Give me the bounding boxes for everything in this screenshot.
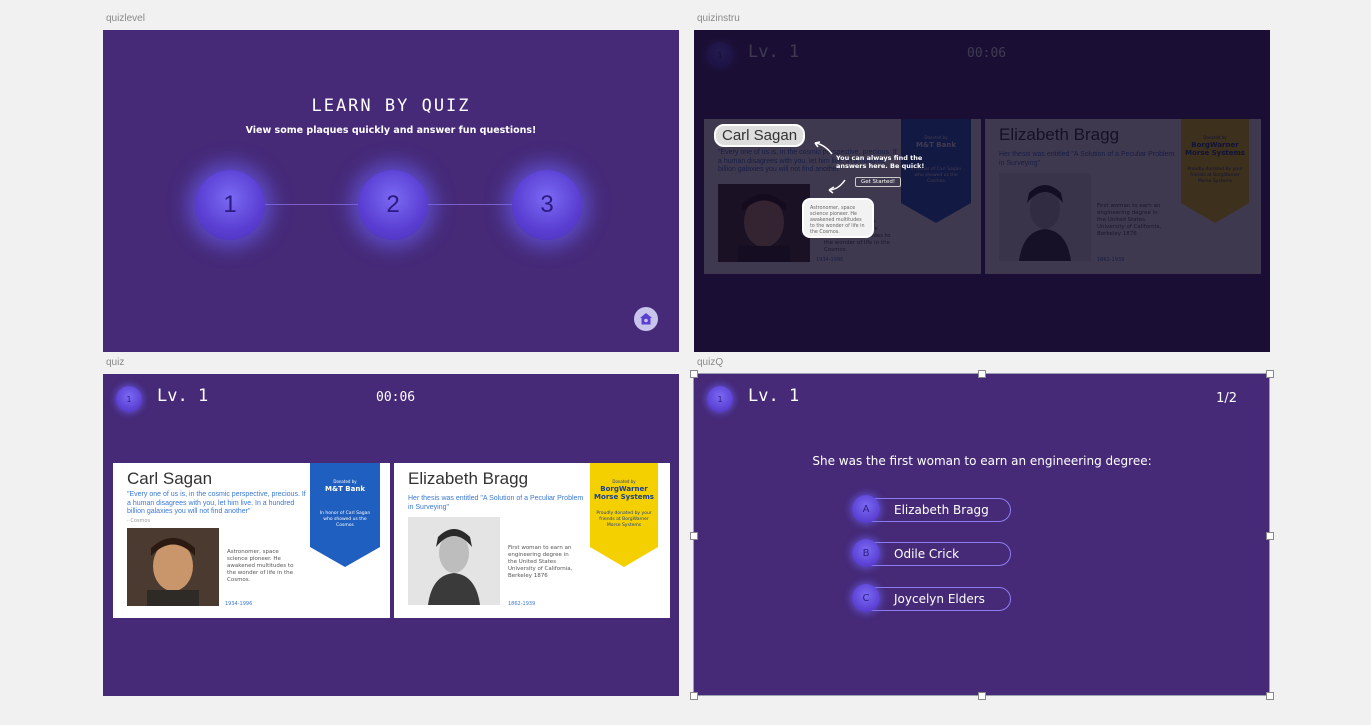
sponsor-banner: Donated by BorgWarner Morse Systems Prou… — [590, 463, 658, 567]
level-2-button[interactable]: 2 — [358, 170, 428, 240]
instruction-overlay — [694, 30, 1270, 352]
plaque-name: Carl Sagan — [127, 469, 213, 488]
sponsor-name: M&T Bank — [325, 485, 365, 493]
question-progress: 1/2 — [1216, 391, 1237, 406]
level-1-button[interactable]: 1 — [195, 170, 265, 240]
resize-handle-l[interactable] — [690, 532, 698, 540]
answer-letter: B — [852, 539, 880, 567]
answer-b-button[interactable]: B Odile Crick — [852, 539, 1011, 567]
quizQ-artboard[interactable]: 1 Lv. 1 1/2 She was the first woman to e… — [694, 374, 1270, 696]
answer-c-button[interactable]: C Joycelyn Elders — [852, 584, 1011, 612]
sponsor-name: BorgWarner Morse Systems — [594, 485, 654, 501]
page-subtitle: View some plaques quickly and answer fun… — [245, 125, 537, 136]
answer-letter: A — [852, 495, 880, 523]
quiz-artboard: 1 Lv. 1 00:06 Carl Sagan "Every one of u… — [103, 374, 679, 696]
resize-handle-b[interactable] — [978, 692, 986, 700]
artboard-label-quiz[interactable]: quiz — [106, 357, 124, 368]
artboard-label-quizinstru[interactable]: quizinstru — [697, 13, 740, 24]
plaque-quote: "Every one of us is, in the cosmic persp… — [127, 491, 306, 515]
sponsor-banner: Donated by M&T Bank In honor of Carl Sag… — [310, 463, 380, 567]
plaque-years: 1862-1939 — [508, 601, 536, 607]
highlight-description: Astronomer, space science pioneer. He aw… — [802, 198, 874, 238]
resize-handle-t[interactable] — [978, 370, 986, 378]
answer-a-button[interactable]: A Elizabeth Bragg — [852, 495, 1011, 523]
plaque-photo — [408, 517, 500, 605]
sponsor-text: In honor of Carl Sagan who showed us the… — [319, 511, 371, 528]
level-3-button[interactable]: 3 — [512, 170, 582, 240]
artboard-label-quizlevel[interactable]: quizlevel — [106, 13, 145, 24]
instruction-hint: You can always find the answers here. Be… — [836, 154, 925, 170]
plaque-name: Elizabeth Bragg — [408, 469, 529, 488]
arrow-up-icon — [814, 141, 833, 155]
resize-handle-br[interactable] — [1266, 692, 1274, 700]
level-title: Lv. 1 — [157, 386, 209, 406]
resize-handle-r[interactable] — [1266, 532, 1274, 540]
sponsor-small: Donated by — [333, 479, 357, 484]
plaque-description: First woman to earn an engineering degre… — [508, 545, 573, 579]
plaque-photo — [127, 528, 219, 606]
plaque-quote: Her thesis was entitled "A Solution of a… — [408, 495, 584, 511]
quizinstru-artboard: 1 Lv. 1 00:06 Carl Sagan "Every one of u… — [694, 30, 1270, 352]
answer-label: Joycelyn Elders — [894, 592, 985, 606]
sponsor-text: Proudly donated by your friends at BorgW… — [596, 511, 652, 528]
answer-letter: C — [852, 584, 880, 612]
plaque-years: 1934-1996 — [225, 601, 253, 607]
answer-label: Odile Crick — [894, 547, 960, 561]
plaque-description: Astronomer, space science pioneer. He aw… — [227, 549, 294, 583]
question-text: She was the first woman to earn an engin… — [812, 454, 1152, 468]
level-badge: 1 — [707, 386, 733, 412]
page-title: LEARN BY QUIZ — [311, 96, 471, 116]
home-button[interactable] — [634, 307, 658, 331]
get-started-button[interactable]: Get Started! — [855, 177, 902, 187]
sponsor-small: Donated by — [612, 479, 636, 484]
plaque-card-elizabeth-bragg[interactable]: Elizabeth Bragg Her thesis was entitled … — [394, 463, 670, 618]
artboard-label-quizQ[interactable]: quizQ — [697, 357, 723, 368]
resize-handle-tl[interactable] — [690, 370, 698, 378]
timer: 00:06 — [376, 390, 416, 405]
arrow-down-icon — [828, 179, 846, 194]
plaque-quote-source: - Cosmos — [127, 518, 151, 524]
home-icon — [640, 313, 652, 325]
plaque-card-carl-sagan[interactable]: Carl Sagan "Every one of us is, in the c… — [113, 463, 390, 618]
answer-label: Elizabeth Bragg — [894, 503, 989, 517]
level-badge: 1 — [116, 386, 142, 412]
resize-handle-bl[interactable] — [690, 692, 698, 700]
resize-handle-tr[interactable] — [1266, 370, 1274, 378]
highlight-name: Carl Sagan — [714, 124, 806, 147]
quizlevel-artboard: LEARN BY QUIZ View some plaques quickly … — [103, 30, 679, 352]
level-title: Lv. 1 — [748, 386, 800, 406]
